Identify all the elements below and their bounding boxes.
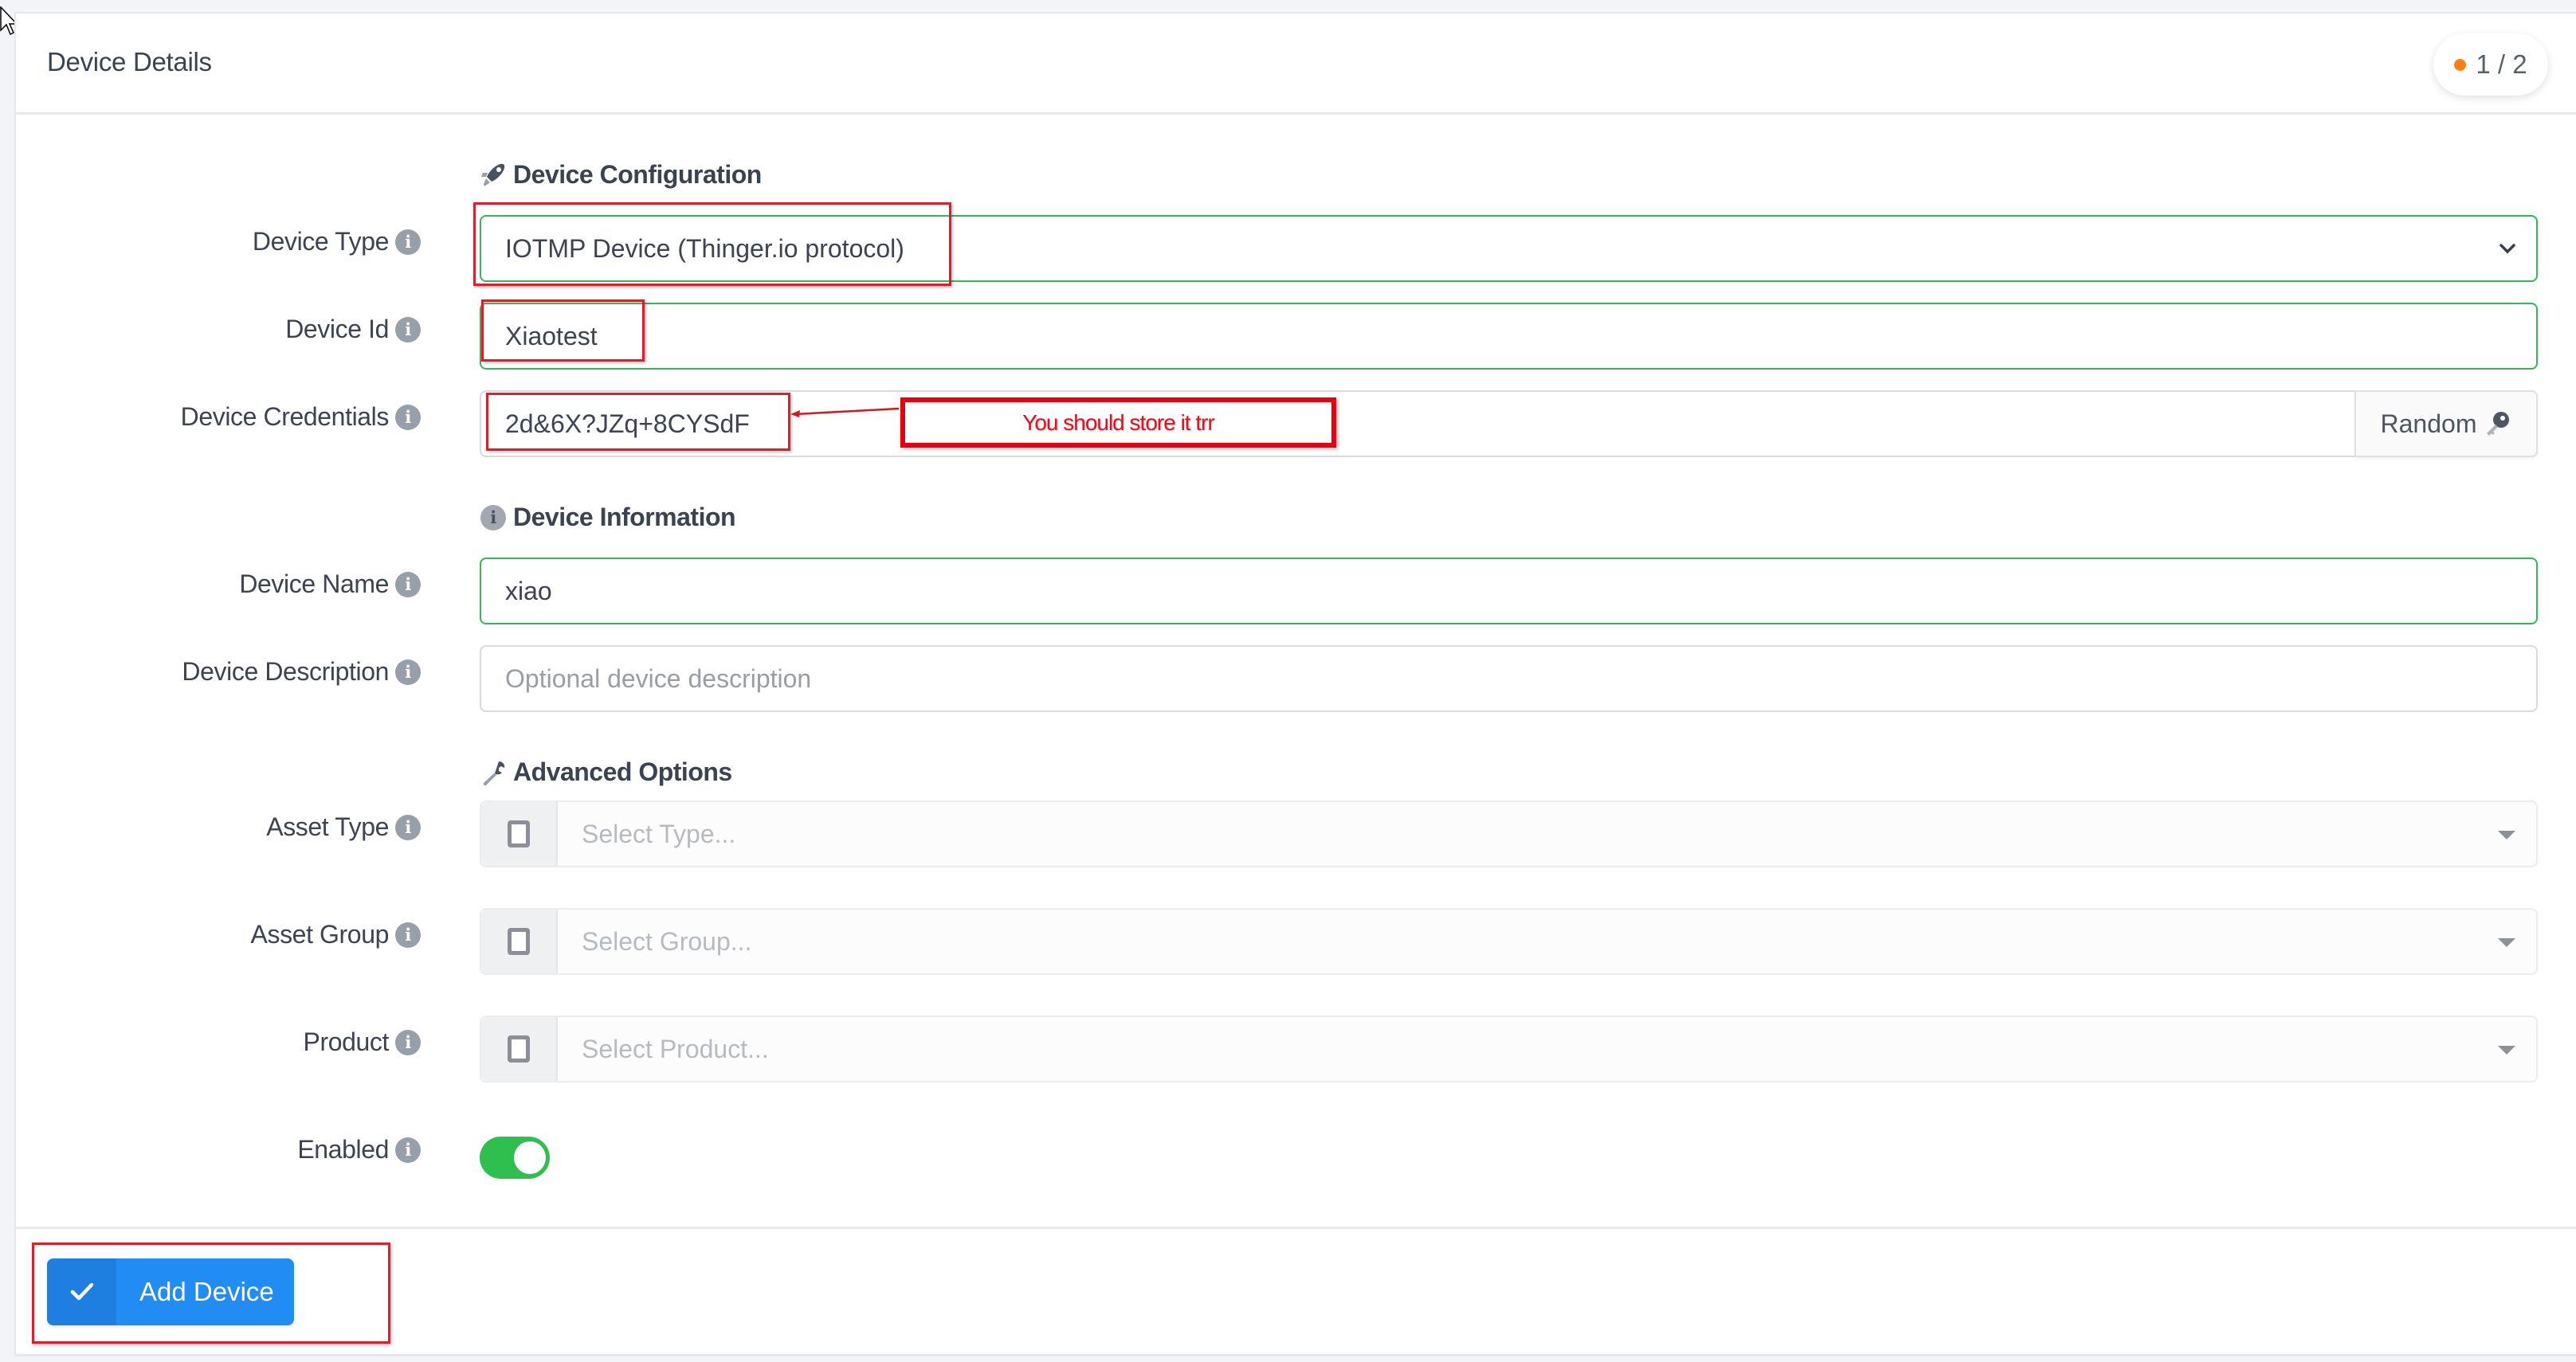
checkbox-icon [508, 820, 530, 847]
info-icon[interactable]: i [395, 659, 421, 685]
asset-group-select[interactable]: Select Group... [480, 908, 2538, 975]
info-icon[interactable]: i [395, 229, 421, 255]
label-text: Device Credentials [180, 402, 390, 431]
section-advanced-options: Advanced Options [480, 757, 732, 787]
device-credentials-input[interactable]: 2d&6X?JZq+8CYSdF Random [480, 390, 2538, 457]
label-text: Device Id [285, 315, 389, 343]
section-title: Device Configuration [513, 160, 762, 189]
device-name-value: xiao [505, 576, 552, 605]
asset-type-select[interactable]: Select Type... [480, 800, 2538, 867]
info-circle-icon: i [480, 504, 507, 531]
label-text: Product [303, 1027, 390, 1056]
annotation-arrow-icon [790, 407, 900, 417]
add-device-button[interactable]: Add Device [47, 1258, 294, 1325]
label-text: Asset Type [266, 812, 389, 841]
device-description-placeholder: Optional device description [505, 663, 812, 693]
random-button-label: Random [2380, 409, 2477, 438]
product-checkbox[interactable] [481, 1017, 558, 1081]
device-type-select[interactable]: IOTMP Device (Thinger.io protocol) [480, 215, 2538, 282]
info-icon[interactable]: i [395, 814, 421, 840]
step-counter: 1 / 2 [2476, 49, 2527, 79]
section-title: Device Information [513, 503, 736, 531]
device-id-input[interactable]: Xiaotest [480, 303, 2538, 370]
section-device-configuration: Device Configuration [480, 160, 762, 190]
label-text: Device Type [252, 227, 390, 256]
label-device-type: Device Type i [253, 227, 421, 256]
annotation-note: You should store it trr [900, 397, 1336, 448]
device-name-input[interactable]: xiao [480, 558, 2538, 624]
caret-down-icon [2498, 1046, 2515, 1055]
label-text: Device Description [182, 657, 389, 686]
checkbox-icon [508, 928, 530, 955]
chevron-down-icon [2500, 244, 2515, 254]
label-asset-group: Asset Group i [251, 920, 421, 949]
device-id-value: Xiaotest [505, 321, 598, 350]
label-product: Product i [304, 1027, 421, 1057]
asset-group-checkbox[interactable] [481, 910, 558, 973]
footer-divider [16, 1227, 2576, 1229]
step-status-dot [2454, 58, 2467, 71]
asset-type-placeholder: Select Type... [582, 819, 736, 848]
random-credentials-button[interactable]: Random [2354, 390, 2538, 457]
label-text: Enabled [297, 1135, 389, 1164]
info-icon[interactable]: i [395, 922, 421, 948]
rocket-icon [480, 162, 507, 189]
card-header: Device Details 1 / 2 [16, 14, 2576, 115]
label-device-name: Device Name i [239, 569, 421, 599]
product-select[interactable]: Select Product... [480, 1016, 2538, 1082]
info-icon[interactable]: i [395, 404, 421, 430]
device-details-card: Device Details 1 / 2 Device Configuratio… [14, 12, 2576, 1356]
label-text: Asset Group [250, 920, 390, 949]
label-enabled: Enabled i [297, 1135, 421, 1164]
section-title: Advanced Options [513, 757, 732, 786]
device-type-value: IOTMP Device (Thinger.io protocol) [505, 233, 904, 263]
checkmark-icon [47, 1258, 116, 1325]
asset-group-placeholder: Select Group... [582, 926, 752, 956]
product-placeholder: Select Product... [582, 1034, 769, 1063]
label-asset-type: Asset Type i [266, 812, 421, 842]
caret-down-icon [2498, 938, 2515, 947]
checkbox-icon [508, 1035, 530, 1063]
info-icon[interactable]: i [395, 1029, 421, 1055]
label-device-id: Device Id i [285, 315, 421, 344]
wrench-icon [480, 759, 507, 786]
section-device-information: i Device Information [480, 503, 736, 532]
info-icon[interactable]: i [395, 1137, 421, 1163]
asset-type-checkbox[interactable] [481, 802, 558, 866]
label-device-description: Device Description i [182, 657, 421, 687]
toggle-knob [512, 1139, 548, 1176]
step-indicator-badge: 1 / 2 [2433, 33, 2548, 96]
label-device-credentials: Device Credentials i [181, 402, 421, 432]
device-credentials-value: 2d&6X?JZq+8CYSdF [505, 409, 750, 438]
info-icon[interactable]: i [395, 316, 421, 342]
card-title: Device Details [47, 47, 212, 76]
device-description-input[interactable]: Optional device description [480, 645, 2538, 712]
info-icon[interactable]: i [395, 571, 421, 597]
enabled-toggle[interactable] [480, 1137, 550, 1179]
label-text: Device Name [239, 569, 389, 598]
caret-down-icon [2498, 831, 2515, 840]
add-device-label: Add Device [139, 1277, 274, 1306]
key-icon [2487, 412, 2510, 436]
